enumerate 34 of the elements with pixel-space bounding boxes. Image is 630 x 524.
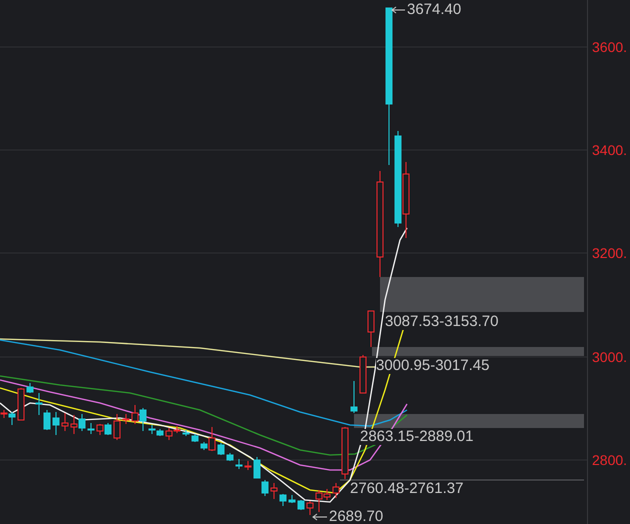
candlestick	[236, 458, 242, 470]
candlestick	[18, 388, 24, 420]
candlestick	[288, 494, 296, 504]
candlestick	[122, 414, 130, 424]
candlestick	[114, 414, 120, 440]
candlestick	[62, 412, 68, 432]
candlestick	[360, 354, 366, 394]
candlestick	[192, 434, 198, 442]
candlestick	[244, 460, 252, 470]
candlestick	[26, 382, 34, 394]
low-price-label: 2689.70	[329, 509, 384, 524]
arrow-icon	[391, 6, 406, 14]
axis-price-label: 3400.	[592, 142, 628, 158]
axis-price-label: 3600.	[592, 39, 628, 55]
candlestick	[88, 422, 94, 434]
gap-range-label: 2863.15-2889.01	[360, 429, 474, 445]
gap-range-label: 3087.53-3153.70	[385, 314, 498, 330]
gap-range-label: 3000.95-3017.45	[376, 358, 490, 374]
candlestick	[226, 452, 234, 462]
arrow-icon	[312, 514, 328, 520]
candlestick	[218, 442, 224, 456]
axis-price-label: 3000.	[592, 349, 628, 365]
candlestick	[182, 430, 190, 436]
candlestick	[306, 500, 314, 516]
candlestick	[350, 380, 358, 414]
axis-price-label: 3200.	[592, 245, 628, 261]
candlestick	[342, 426, 348, 480]
axis-price-label: 2800.	[592, 452, 628, 468]
candlestick	[368, 310, 374, 348]
candlestick	[280, 494, 286, 506]
candlestick	[332, 482, 340, 498]
candlestick	[298, 500, 304, 510]
candlestick	[52, 412, 60, 436]
candlestick	[270, 482, 278, 500]
